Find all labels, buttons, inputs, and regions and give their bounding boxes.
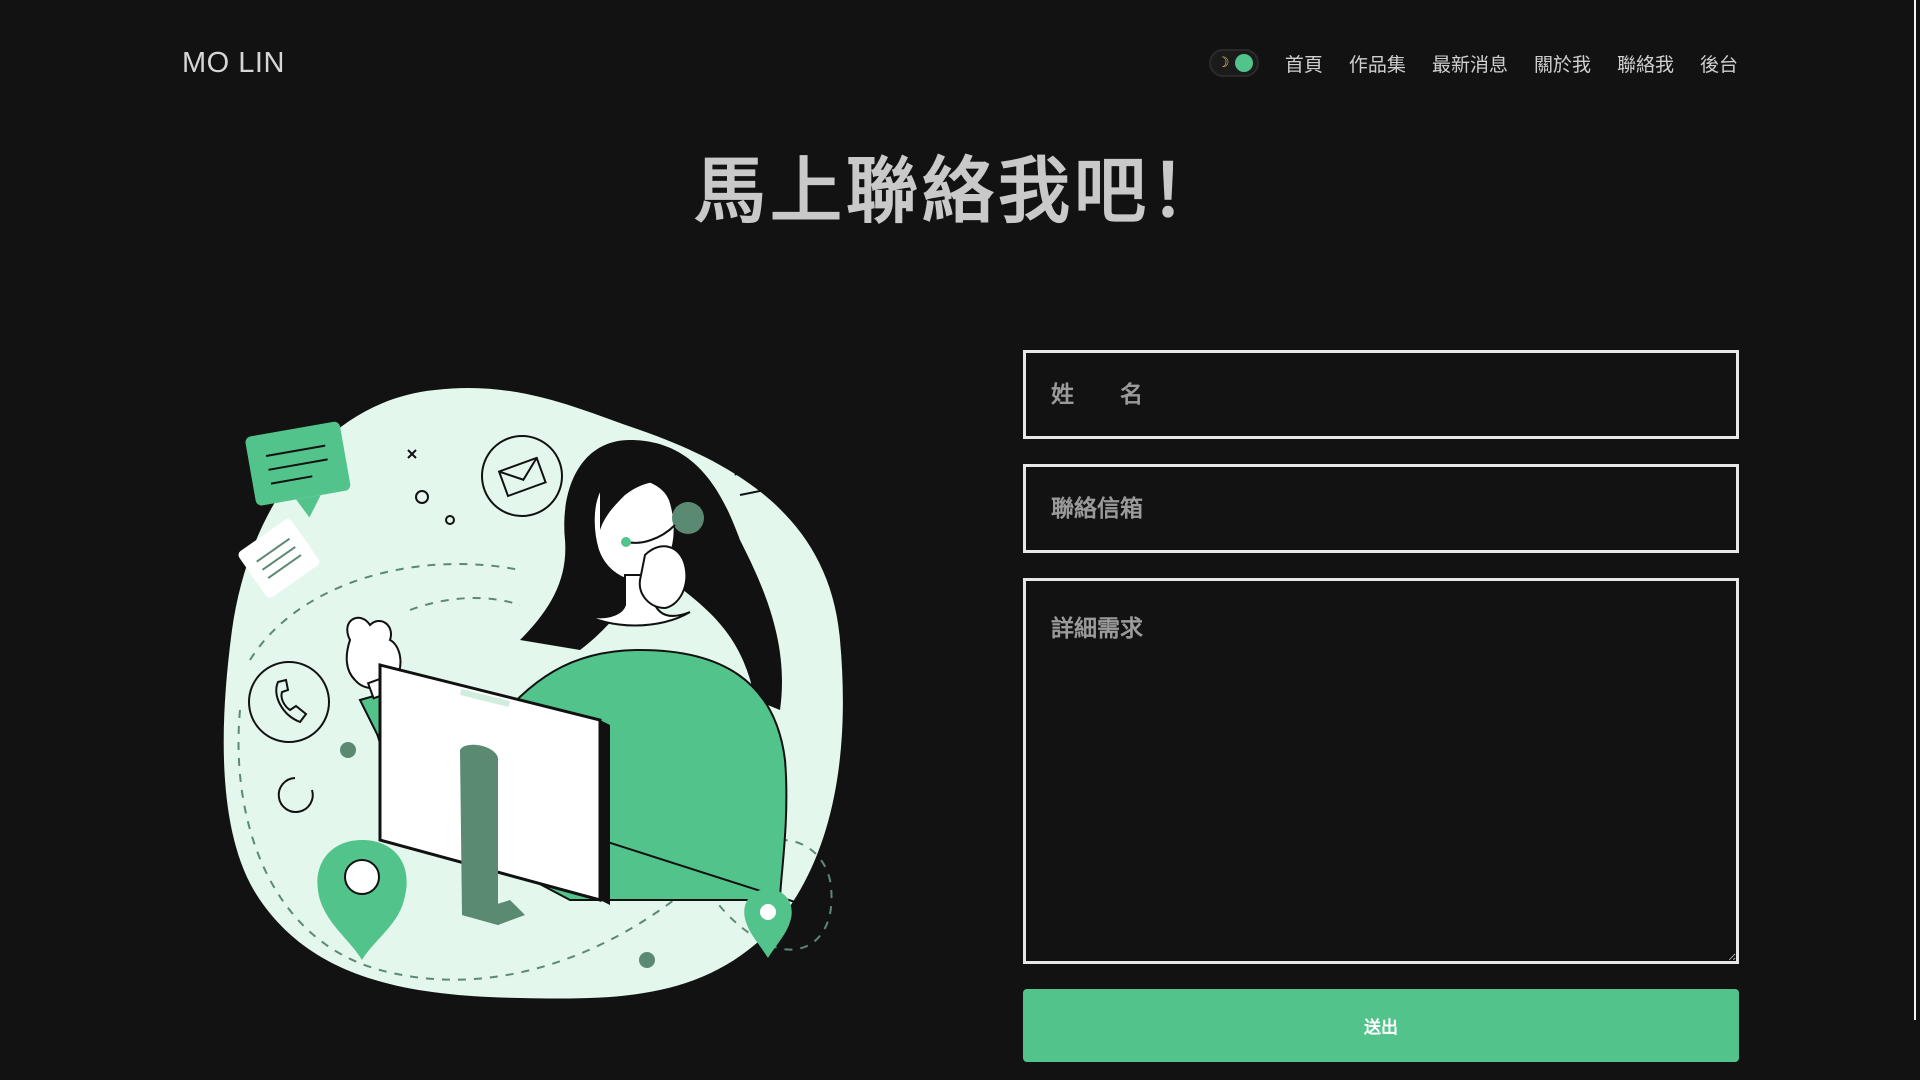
nav-item-portfolio[interactable]: 作品集 <box>1349 50 1406 77</box>
submit-button[interactable]: 送出 <box>1023 989 1739 1062</box>
message-textarea[interactable] <box>1023 578 1739 964</box>
support-agent-illustration <box>223 388 843 999</box>
moon-icon: ☽ <box>1216 55 1230 71</box>
name-input[interactable] <box>1023 350 1739 439</box>
contact-illustration <box>220 380 860 1020</box>
site-header: MO LIN ☽ 首頁 作品集 最新消息 關於我 聯絡我 後台 <box>182 36 1738 90</box>
toggle-knob <box>1234 54 1253 72</box>
page-title: 馬上聯絡我吧！ <box>693 149 1226 233</box>
email-input[interactable] <box>1023 464 1739 553</box>
scrollbar[interactable] <box>1914 0 1916 1020</box>
nav-item-contact[interactable]: 聯絡我 <box>1617 50 1674 77</box>
page: MO LIN ☽ 首頁 作品集 最新消息 關於我 聯絡我 後台 馬上聯絡我吧！ <box>0 0 1920 1080</box>
theme-toggle[interactable]: ☽ <box>1208 49 1259 77</box>
nav-item-admin[interactable]: 後台 <box>1700 50 1738 77</box>
nav-item-news[interactable]: 最新消息 <box>1432 50 1508 77</box>
brand-logo[interactable]: MO LIN <box>182 47 285 80</box>
contact-form: 送出 <box>1023 350 1739 1062</box>
nav-item-home[interactable]: 首頁 <box>1285 50 1323 77</box>
main-nav: ☽ 首頁 作品集 最新消息 關於我 聯絡我 後台 <box>1208 49 1738 77</box>
nav-item-about[interactable]: 關於我 <box>1534 50 1591 77</box>
